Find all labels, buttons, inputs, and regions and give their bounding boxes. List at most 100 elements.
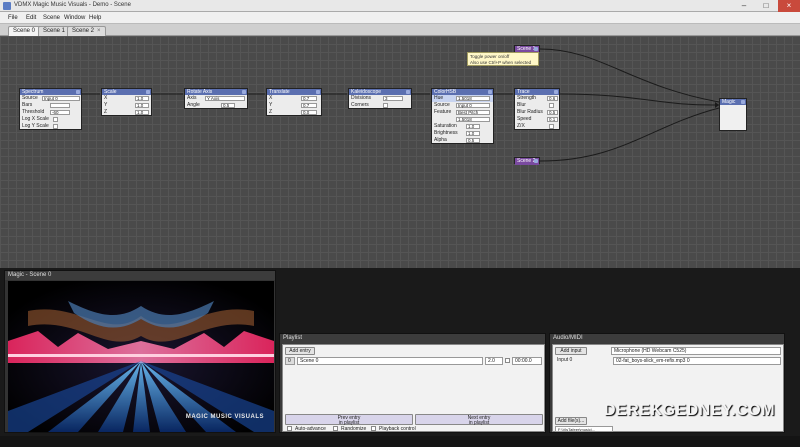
add-files-button[interactable]: Add file(s)...: [555, 417, 587, 425]
blur-radius-field[interactable]: 0.5: [547, 110, 558, 115]
power-icon[interactable]: [488, 90, 492, 94]
randomize-label: Randomize: [341, 426, 367, 432]
row-label: Y: [104, 102, 108, 108]
translate-z-field[interactable]: 0.0: [301, 110, 317, 115]
row-label: Feature: [434, 109, 452, 115]
zx-checkbox[interactable]: [549, 124, 554, 129]
entry-time-checkbox[interactable]: [505, 358, 510, 363]
node-magic-output[interactable]: Magic: [719, 98, 747, 131]
node-row: Feature Best Pitch: [432, 109, 493, 116]
entry-time-field[interactable]: 00:00.0: [512, 357, 542, 365]
node-spectrum[interactable]: Spectrum Source Input 0 Bars Threshold -60…: [19, 88, 82, 130]
bars-field[interactable]: [50, 103, 70, 108]
playlist-body: Add entry 0 Scene 0 2.0 00:00.0 Prev ent…: [282, 344, 545, 432]
node-header[interactable]: Magic: [720, 99, 746, 105]
input-file-select[interactable]: 02-fat_boys-slick_em-refix.mp3 0: [613, 357, 781, 365]
window-title: VDMX Magic Music Visuals - Demo - Scene: [14, 2, 131, 8]
log-y-checkbox[interactable]: [53, 124, 58, 129]
node-trace[interactable]: Trace Strength 0.6 Blur Blur Radius 0.5 Sp…: [514, 88, 560, 130]
node-header[interactable]: Scene 2: [515, 158, 539, 165]
saturation-field[interactable]: 1.0: [466, 124, 480, 129]
node-row: Source Input 0: [432, 102, 493, 109]
power-icon[interactable]: [146, 90, 150, 94]
node-scale[interactable]: Scale X 1.0 Y 1.0 Z 1.0: [101, 88, 152, 116]
node-kaleidoscope[interactable]: Kaleidoscope Divisions 3 Corners: [348, 88, 412, 109]
blur-checkbox[interactable]: [549, 103, 554, 108]
axis-select[interactable]: Y Axis: [205, 96, 245, 101]
feature-value-field[interactable]: 1.5018: [456, 117, 490, 122]
watermark: DEREKGEDNEY.COM: [604, 402, 776, 419]
node-row: Source Input 0: [20, 95, 81, 102]
power-icon[interactable]: [406, 90, 410, 94]
strength-field[interactable]: 0.6: [547, 96, 558, 101]
menu-edit[interactable]: Edit: [26, 15, 36, 21]
menu-window[interactable]: Window: [64, 15, 85, 21]
auto-advance-label: Auto-advance: [295, 426, 326, 432]
node-scene-1[interactable]: Scene 1: [514, 45, 540, 53]
power-icon[interactable]: [554, 90, 558, 94]
prev-entry-button[interactable]: Prev entry in playlist: [285, 414, 413, 425]
menu-help[interactable]: Help: [89, 15, 101, 21]
scale-z-field[interactable]: 1.0: [135, 110, 149, 115]
power-icon[interactable]: [534, 159, 538, 163]
node-row: Y 1.0: [102, 102, 151, 109]
node-translate[interactable]: Translate X 0.7 Y 0.7 Z 0.0: [266, 88, 322, 116]
translate-y-field[interactable]: 0.7: [301, 103, 317, 108]
divisions-field[interactable]: 3: [383, 96, 403, 101]
power-icon[interactable]: [534, 47, 538, 51]
entry-scene-select[interactable]: Scene 0: [297, 357, 483, 365]
alpha-field[interactable]: 0.5: [466, 138, 480, 143]
corners-checkbox[interactable]: [383, 103, 388, 108]
row-label: Log X Scale: [22, 116, 49, 122]
power-icon[interactable]: [76, 90, 80, 94]
node-row: Angle 0.5: [185, 102, 247, 109]
threshold-field[interactable]: -60: [50, 110, 70, 115]
playback-control-checkbox[interactable]: [371, 426, 376, 431]
row-label: Log Y Scale: [22, 123, 49, 129]
source-select[interactable]: Input 0: [42, 96, 80, 101]
entry-beats-field[interactable]: 2.0: [485, 357, 503, 365]
add-entry-button[interactable]: Add entry: [285, 347, 315, 355]
hue-field[interactable]: 1.5018: [456, 96, 490, 101]
power-icon[interactable]: [242, 90, 246, 94]
menu-bar: File Edit Scene Window Help: [0, 12, 800, 24]
preview-caption: MAGIC MUSIC VISUALS: [185, 414, 264, 420]
next-entry-button[interactable]: Next entry in playlist: [415, 414, 543, 425]
device-select[interactable]: Microphone (HD Webcam C525): [611, 347, 781, 355]
tab-scene-2[interactable]: Scene 2 ×: [67, 26, 106, 36]
brightness-field[interactable]: 1.0: [466, 131, 480, 136]
row-label: Hue: [434, 95, 444, 101]
close-icon[interactable]: ×: [97, 28, 101, 34]
speed-field[interactable]: 0.1: [547, 117, 558, 122]
row-label: Z/X: [517, 123, 525, 129]
menu-file[interactable]: File: [8, 15, 18, 21]
translate-x-field[interactable]: 0.7: [301, 96, 317, 101]
row-label: Brightness: [434, 130, 458, 136]
row-label: Alpha: [434, 137, 447, 143]
node-rotate-axis[interactable]: Rotate Axis Axis Y Axis Angle 0.5: [184, 88, 248, 109]
node-colorhsb[interactable]: ColorHSB Hue 1.5018 Source Input 0 Feature…: [431, 88, 494, 144]
node-row: Brightness 1.0: [432, 130, 493, 137]
node-scene-2[interactable]: Scene 2: [514, 157, 540, 165]
log-x-checkbox[interactable]: [53, 117, 58, 122]
node-row: Axis Y Axis: [185, 95, 247, 102]
power-icon[interactable]: [316, 90, 320, 94]
menu-scene[interactable]: Scene: [43, 15, 60, 21]
angle-field[interactable]: 0.5: [221, 103, 235, 108]
node-row: Saturation 1.0: [432, 123, 493, 130]
add-input-button[interactable]: Add input: [555, 347, 587, 355]
window-titlebar: VDMX Magic Music Visuals - Demo - Scene …: [0, 0, 800, 12]
power-icon[interactable]: [741, 100, 745, 104]
minimize-button[interactable]: –: [734, 0, 754, 12]
scale-x-field[interactable]: 1.0: [135, 96, 149, 101]
auto-advance-checkbox[interactable]: [287, 426, 292, 431]
row-label: Speed: [517, 116, 532, 122]
scale-y-field[interactable]: 1.0: [135, 103, 149, 108]
close-button[interactable]: ×: [778, 0, 800, 12]
hue-source-select[interactable]: Input 0: [456, 103, 490, 108]
file-path-field[interactable]: F:\VisTafeer\music\...: [555, 426, 613, 432]
maximize-button[interactable]: □: [756, 0, 776, 12]
randomize-checkbox[interactable]: [333, 426, 338, 431]
node-canvas[interactable]: Spectrum Source Input 0 Bars Threshold -60…: [0, 36, 800, 268]
feature-select[interactable]: Best Pitch: [456, 110, 490, 115]
